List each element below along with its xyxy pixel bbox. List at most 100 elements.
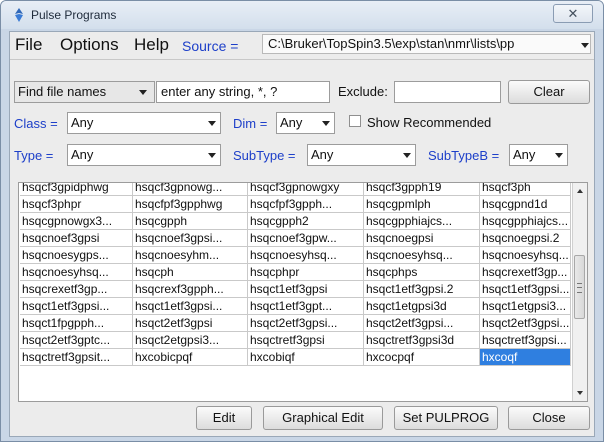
- program-cell[interactable]: hsqct1etf3gpsi...: [133, 298, 248, 315]
- program-cell[interactable]: hsqct1etf3gpt...: [248, 298, 364, 315]
- scroll-up-arrow-icon[interactable]: [577, 189, 583, 193]
- program-cell[interactable]: hsqcf3gpidphwg: [20, 183, 133, 196]
- type-value: Any: [71, 147, 94, 162]
- chevron-down-icon: [322, 121, 330, 126]
- search-mode-dropdown[interactable]: Find file names: [14, 81, 155, 103]
- program-cell[interactable]: hsqctretf3gpsit...: [20, 349, 133, 366]
- source-label: Source =: [182, 38, 239, 54]
- program-cell[interactable]: hsqcnoesyhm...: [133, 247, 248, 264]
- graphical-edit-button[interactable]: Graphical Edit: [263, 406, 383, 430]
- search-pattern-text: enter any string, *, ?: [161, 84, 278, 99]
- program-cell[interactable]: hsqcnoef3gpsi...: [133, 230, 248, 247]
- program-cell[interactable]: hsqcph: [133, 264, 248, 281]
- subtypeb-value: Any: [513, 147, 536, 162]
- program-cell[interactable]: hsqctretf3gpsi: [248, 332, 364, 349]
- program-cell[interactable]: hsqcgpnowgx3...: [20, 213, 133, 230]
- program-cell[interactable]: hsqcfpf3gpphwg: [133, 196, 248, 213]
- program-cell[interactable]: hsqcf3ph: [480, 183, 571, 196]
- type-dropdown[interactable]: Any: [67, 144, 221, 166]
- exclude-input[interactable]: [394, 81, 501, 103]
- program-cell[interactable]: hsqcnoef3gpsi: [20, 230, 133, 247]
- pulse-programs-window: Pulse Programs ✕ File Options Help Sourc…: [0, 0, 604, 442]
- window-close-button[interactable]: ✕: [553, 4, 593, 23]
- program-cell[interactable]: hsqcf3gpnowg...: [133, 183, 248, 196]
- chevron-down-icon: [581, 43, 589, 48]
- program-cell[interactable]: hsqct1etf3gpsi: [248, 281, 364, 298]
- program-cell[interactable]: hsqcgpphiajcs...: [364, 213, 480, 230]
- program-cell[interactable]: hsqcgpph: [133, 213, 248, 230]
- edit-button-label: Edit: [212, 410, 236, 425]
- program-cell[interactable]: hsqcnoegpsi.2: [480, 230, 571, 247]
- class-dropdown[interactable]: Any: [67, 112, 221, 134]
- edit-button[interactable]: Edit: [196, 406, 252, 430]
- program-cell[interactable]: hsqcf3gpnowgxy: [248, 183, 364, 196]
- menu-options[interactable]: Options: [60, 35, 119, 55]
- program-cell[interactable]: hxcoqf: [480, 349, 571, 366]
- program-cell[interactable]: hsqct1fpgpph...: [20, 315, 133, 332]
- program-cell[interactable]: hsqcgpmlph: [364, 196, 480, 213]
- menu-help[interactable]: Help: [134, 35, 169, 55]
- program-cell[interactable]: hsqct2etf3gptc...: [20, 332, 133, 349]
- title-bar[interactable]: Pulse Programs ✕: [1, 1, 603, 29]
- clear-button[interactable]: Clear: [508, 80, 590, 104]
- subtypeb-label: SubTypeB =: [428, 148, 500, 163]
- program-cell[interactable]: hsqcphpr: [248, 264, 364, 281]
- program-cell[interactable]: hsqct1etgpsi3d: [364, 298, 480, 315]
- program-cell[interactable]: hsqct2etgpsi3...: [133, 332, 248, 349]
- vertical-scrollbar[interactable]: [572, 183, 587, 401]
- program-cell[interactable]: hsqcrexetf3gp...: [480, 264, 571, 281]
- dim-label: Dim =: [233, 116, 268, 131]
- program-cell[interactable]: hsqcnoesyhsq...: [20, 264, 133, 281]
- program-cell[interactable]: hsqcgpphiajcs...: [480, 213, 571, 230]
- subtype-label: SubType =: [233, 148, 296, 163]
- program-cell[interactable]: hsqcf3gpph19: [364, 183, 480, 196]
- chevron-down-icon: [555, 153, 563, 158]
- program-cell[interactable]: hsqctretf3gpsi...: [480, 332, 571, 349]
- program-cell[interactable]: hsqct1etf3gpsi...: [20, 298, 133, 315]
- search-pattern-input[interactable]: enter any string, *, ?: [156, 81, 330, 103]
- program-cell[interactable]: hsqcfpf3gpph...: [248, 196, 364, 213]
- program-cell[interactable]: hsqcgpnd1d: [480, 196, 571, 213]
- program-cell[interactable]: hsqct2etf3gpsi: [133, 315, 248, 332]
- program-cell[interactable]: hsqctretf3gpsi3d: [364, 332, 480, 349]
- close-button[interactable]: Close: [508, 406, 590, 430]
- menu-bar: File Options Help Source = C:\Bruker\Top…: [10, 32, 594, 58]
- program-cell[interactable]: hsqcrexetf3gp...: [20, 281, 133, 298]
- program-cell[interactable]: hsqct1etf3gpsi...: [480, 281, 571, 298]
- close-button-label: Close: [532, 410, 566, 425]
- menu-file[interactable]: File: [15, 35, 42, 55]
- type-label: Type =: [14, 148, 54, 163]
- program-cell[interactable]: hsqcphps: [364, 264, 480, 281]
- program-cell[interactable]: hsqct2etf3gpsi...: [364, 315, 480, 332]
- program-cell[interactable]: hsqcnoegpsi: [364, 230, 480, 247]
- dim-value: Any: [280, 115, 303, 130]
- subtypeb-dropdown[interactable]: Any: [509, 144, 568, 166]
- chevron-down-icon: [139, 90, 147, 95]
- program-cell[interactable]: hsqct1etf3gpsi.2: [364, 281, 480, 298]
- program-cell[interactable]: hsqcgpph2: [248, 213, 364, 230]
- program-cell[interactable]: hsqcf3phpr: [20, 196, 133, 213]
- program-cell[interactable]: hsqcnoesyhsq...: [480, 247, 571, 264]
- chevron-down-icon: [403, 153, 411, 158]
- program-cell[interactable]: hxcocpqf: [364, 349, 480, 366]
- program-cell[interactable]: hsqcnoesyhsq...: [364, 247, 480, 264]
- scroll-thumb[interactable]: [574, 255, 585, 319]
- program-cell[interactable]: hsqct2etf3gpsi...: [480, 315, 571, 332]
- scroll-down-arrow-icon[interactable]: [577, 391, 583, 395]
- program-cell[interactable]: hsqct1etgpsi3...: [480, 298, 571, 315]
- program-cell[interactable]: hxcobicpqf: [133, 349, 248, 366]
- program-cell[interactable]: hxcobiqf: [248, 349, 364, 366]
- program-cell[interactable]: hsqct2etf3gpsi...: [248, 315, 364, 332]
- program-cell[interactable]: hsqcnoesyhsq...: [248, 247, 364, 264]
- program-cell[interactable]: hsqcrexf3gpph...: [133, 281, 248, 298]
- source-dropdown[interactable]: C:\Bruker\TopSpin3.5\exp\stan\nmr\lists\…: [262, 34, 591, 54]
- chevron-down-icon: [208, 121, 216, 126]
- program-cell[interactable]: hsqcnoef3gpw...: [248, 230, 364, 247]
- show-recommended-checkbox[interactable]: [349, 115, 361, 127]
- pulse-program-icon: [15, 8, 23, 22]
- subtype-dropdown[interactable]: Any: [307, 144, 416, 166]
- set-pulprog-button[interactable]: Set PULPROG: [394, 406, 498, 430]
- class-label: Class =: [14, 116, 58, 131]
- program-cell[interactable]: hsqcnoesygps...: [20, 247, 133, 264]
- dim-dropdown[interactable]: Any: [276, 112, 335, 134]
